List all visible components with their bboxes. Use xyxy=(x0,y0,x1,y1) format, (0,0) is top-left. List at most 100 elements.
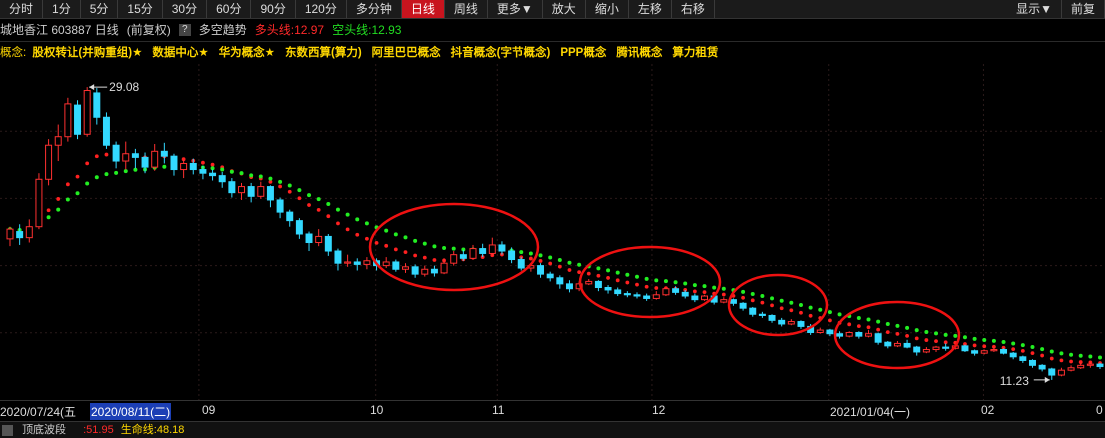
candle-up xyxy=(238,186,245,194)
long-line-dot xyxy=(876,327,881,332)
long-line-dot xyxy=(1069,359,1073,364)
period-button-5[interactable]: 60分 xyxy=(207,0,252,18)
period-button-6[interactable]: 90分 xyxy=(251,0,296,18)
candle-down xyxy=(1028,359,1036,366)
long-line-dot xyxy=(345,227,350,232)
long-line-dot xyxy=(847,322,852,327)
short-line-dot xyxy=(1049,349,1054,354)
period-toolbar: 分时 1分 5分 15分 30分 60分 90分 120分 多分钟 日线 周线 更多▼ 放大 缩小 左移 右移… xyxy=(0,0,1105,19)
long-line-dot xyxy=(606,276,610,280)
concept-item[interactable]: 东数西算(算力) xyxy=(285,47,362,59)
short-line-dot xyxy=(827,310,832,315)
short-line-dot xyxy=(798,303,803,308)
period-button-10[interactable]: 周线 xyxy=(445,0,488,18)
candle-up xyxy=(257,186,265,197)
short-line-dot xyxy=(885,321,890,326)
period-button-4[interactable]: 30分 xyxy=(163,0,208,18)
concept-item[interactable]: 华为概念★ xyxy=(219,47,275,59)
concept-item[interactable]: 阿里巴巴概念 xyxy=(372,47,441,59)
candle-up xyxy=(6,228,14,240)
short-line-dot xyxy=(962,335,967,340)
short-line-dot xyxy=(808,305,813,310)
period-button-15[interactable]: 右移 xyxy=(672,0,715,18)
period-button-7[interactable]: 120分 xyxy=(296,0,347,18)
long-line-dot xyxy=(201,160,205,165)
long-line-dot xyxy=(413,253,418,258)
period-button-11[interactable]: 更多▼ xyxy=(488,0,543,18)
short-line-dot xyxy=(943,332,948,337)
period-button-8[interactable]: 多分钟 xyxy=(347,0,402,18)
long-line-dot xyxy=(577,270,582,275)
date-axis: 2020/07/24(五 2020/08/11(二) 09 10 11 12 2… xyxy=(0,400,1105,421)
short-line-dot xyxy=(982,337,987,342)
period-button-3[interactable]: 15分 xyxy=(118,0,163,18)
candle-up xyxy=(932,346,940,351)
short-line-dot xyxy=(104,172,109,177)
help-icon[interactable]: ? xyxy=(178,24,191,36)
candle-up xyxy=(180,162,188,171)
candle-down xyxy=(614,289,622,295)
kline-chart[interactable]: 29.08 11.23 xyxy=(0,64,1105,400)
candle-up xyxy=(922,349,930,353)
min-price-label: 11.23 xyxy=(1000,374,1029,388)
short-line-dot xyxy=(220,167,225,172)
concept-item[interactable]: 抖音概念(字节概念) xyxy=(451,47,551,59)
candle-down xyxy=(266,186,274,201)
concept-item[interactable]: 腾讯概念 xyxy=(616,47,662,59)
long-line-dot xyxy=(635,282,639,287)
short-line-dot xyxy=(895,323,900,328)
short-line-dot xyxy=(683,281,688,286)
concept-item[interactable]: 数据中心★ xyxy=(152,47,208,59)
short-line-dot xyxy=(239,171,244,176)
candle-down xyxy=(884,341,892,347)
long-line-dot xyxy=(914,336,919,341)
right-button-0[interactable]: 显示▼ xyxy=(1007,0,1062,18)
indicator-menu-icon[interactable] xyxy=(2,424,13,436)
period-button-0[interactable]: 分时 xyxy=(0,0,44,18)
indicator-name: 多空趋势 xyxy=(198,23,247,37)
concept-item[interactable]: 算力租赁 xyxy=(672,47,718,59)
indicator-title[interactable]: 顶底波段 xyxy=(22,424,66,436)
period-button-14[interactable]: 左移 xyxy=(629,0,672,18)
short-line-dot xyxy=(1059,351,1064,356)
short-line-dot xyxy=(249,173,254,178)
long-line-dot xyxy=(1059,358,1064,363)
period-button-13[interactable]: 缩小 xyxy=(586,0,629,18)
indicator-lifeline: 生命线:48.18 xyxy=(120,424,185,436)
candle-up xyxy=(344,261,352,264)
candle-down xyxy=(102,116,110,146)
period-button-12[interactable]: 放大 xyxy=(543,0,586,18)
period-button-9[interactable]: 日线 xyxy=(401,0,445,18)
long-line-dot xyxy=(365,236,369,241)
short-line-dot xyxy=(1098,355,1102,360)
right-button-1[interactable]: 前复 xyxy=(1062,0,1105,18)
long-line-dot xyxy=(374,240,379,245)
candle-down xyxy=(836,333,844,337)
candle-down xyxy=(199,169,207,174)
candle-down xyxy=(295,220,303,235)
concept-item[interactable]: PPP概念 xyxy=(560,47,606,59)
long-line-dot xyxy=(789,308,794,313)
short-line-dot xyxy=(162,164,167,169)
concept-prefix: 概念: xyxy=(0,47,27,59)
short-line-dot xyxy=(557,258,562,263)
long-line-dot xyxy=(856,324,861,329)
candle-up xyxy=(401,266,409,270)
long-line-dot xyxy=(287,189,292,194)
period-button-1[interactable]: 1分 xyxy=(43,0,81,18)
short-line-dot xyxy=(384,228,389,233)
short-line-dot xyxy=(75,191,80,196)
short-line-dot xyxy=(596,266,601,271)
short-line-dot xyxy=(741,289,746,294)
candle-down xyxy=(160,150,168,157)
period-button-2[interactable]: 5分 xyxy=(81,0,119,18)
adjust-mode[interactable]: (前复权) xyxy=(127,20,171,40)
concept-item[interactable]: 股权转让(并购重组)★ xyxy=(32,47,142,59)
candle-down xyxy=(971,350,979,354)
short-line-dot xyxy=(1011,341,1016,346)
short-line-dot xyxy=(972,336,977,341)
short-line-dot xyxy=(413,238,418,243)
long-line-dot xyxy=(644,284,649,289)
right-toolbar-buttons: 显示▼ 前复 xyxy=(1007,0,1105,18)
candle-down xyxy=(508,250,516,261)
